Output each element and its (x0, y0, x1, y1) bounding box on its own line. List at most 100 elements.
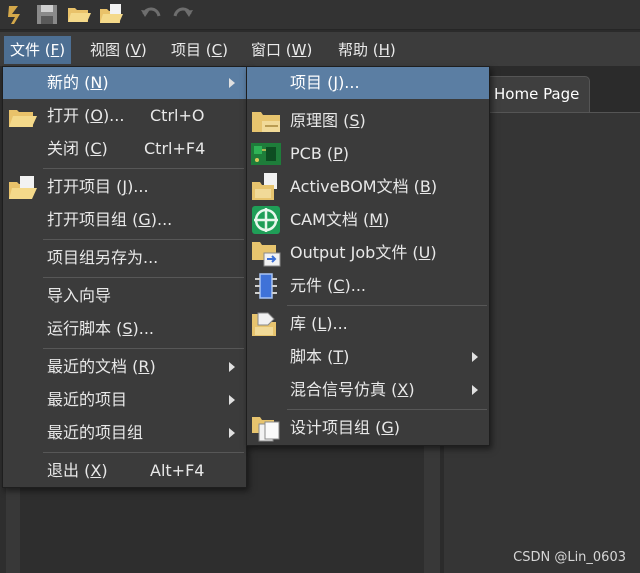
submenu-item-pcb-label: PCB ( (290, 144, 334, 163)
menu-view-end: ) (140, 41, 147, 59)
menu-item-exit-key: X (90, 461, 102, 480)
menu-item-close[interactable]: 关闭 (C) Ctrl+F4 (3, 133, 246, 165)
submenu-item-script-key: T (333, 347, 344, 366)
menu-item-run-script-label: 运行脚本 ( (47, 319, 123, 338)
submenu-item-design-project-group-key: G (381, 418, 394, 437)
submenu-item-script[interactable]: 脚本 (T) (247, 341, 489, 373)
menu-help-label: 帮助 ( (338, 41, 379, 59)
menu-item-open-project-group-end: )... (150, 210, 173, 229)
menu-separator (43, 168, 244, 169)
menu-item-exit[interactable]: 退出 (X) Alt+F4 (3, 455, 246, 487)
submenu-item-project[interactable]: 项目 (J)... (247, 67, 489, 99)
menu-window[interactable]: 窗口 (W) (245, 36, 318, 64)
menu-item-exit-shortcut: Alt+F4 (150, 461, 205, 480)
app-logo-icon[interactable] (2, 2, 28, 26)
tab-home-page-label: Home Page (494, 85, 580, 103)
submenu-item-component-key: C (333, 276, 345, 295)
watermark: CSDN @Lin_0603 (513, 550, 626, 565)
chevron-right-icon (472, 385, 478, 395)
submenu-item-cam[interactable]: CAM文档 (M) (247, 204, 489, 236)
submenu-item-output-job-label: Output Job文件 ( (290, 243, 419, 262)
submenu-item-component[interactable]: 元件 (C)... (247, 270, 489, 302)
submenu-item-output-job[interactable]: Output Job文件 (U) (247, 237, 489, 269)
submenu-item-mixed-sim-end: ) (408, 380, 415, 399)
component-icon (255, 273, 277, 299)
pcb-icon (251, 143, 281, 165)
menu-separator (43, 239, 244, 240)
submenu-item-activebom-key: B (419, 177, 431, 196)
submenu-item-pcb-end: ) (342, 144, 350, 163)
submenu-item-mixed-sim[interactable]: 混合信号仿真 (X) (247, 374, 489, 406)
submenu-item-design-project-group-label: 设计项目组 ( (290, 418, 382, 437)
project-group-icon (252, 417, 280, 442)
submenu-item-mixed-sim-key: X (397, 380, 409, 399)
menu-separator (287, 305, 487, 306)
menu-item-open[interactable]: 打开 (O)... Ctrl+O (3, 100, 246, 132)
menu-file-end: ) (59, 41, 66, 59)
menu-item-recent-projects-label: 最近的项目 (47, 390, 128, 409)
file-menu: 新的 (N) 打开 (O)... Ctrl+O 关闭 (C) Ctrl+F4 打… (2, 66, 247, 488)
menu-item-open-project[interactable]: 打开项目 (J)... (3, 171, 246, 203)
submenu-item-schematic-key: S (349, 111, 360, 130)
menu-item-recent-docs-key: R (138, 357, 150, 376)
submenu-item-activebom[interactable]: ActiveBOM文档 (B) (247, 171, 489, 203)
menu-item-open-label: 打开 ( (47, 106, 91, 125)
save-icon[interactable] (34, 2, 60, 26)
menu-view[interactable]: 视图 (V) (84, 36, 153, 64)
menu-project[interactable]: 项目 (C) (165, 36, 234, 64)
menu-view-label: 视图 ( (90, 41, 131, 59)
chevron-right-icon (229, 78, 235, 88)
menu-file-key: F (50, 41, 60, 59)
submenu-item-library[interactable]: 库 (L)... (247, 308, 489, 340)
menu-item-import-wizard[interactable]: 导入向导 (3, 280, 246, 312)
open-project-icon[interactable] (98, 2, 124, 26)
menu-item-new[interactable]: 新的 (N) (3, 67, 246, 99)
menu-item-run-script-end: )... (132, 319, 155, 338)
menu-file[interactable]: 文件 (F) (4, 36, 72, 64)
menu-item-open-key: O (90, 106, 103, 125)
menu-project-end: ) (222, 41, 228, 59)
menu-item-close-end: ) (101, 139, 108, 158)
undo-icon[interactable] (138, 2, 164, 26)
submenu-item-design-project-group[interactable]: 设计项目组 (G) (247, 412, 489, 444)
chevron-right-icon (472, 352, 478, 362)
submenu-item-output-job-end: ) (430, 243, 437, 262)
menu-item-open-project-label: 打开项目 ( (47, 177, 123, 196)
menu-item-recent-docs-end: ) (149, 357, 156, 376)
submenu-item-cam-label: CAM文档 ( (290, 210, 370, 229)
menu-item-new-label: 新的 ( (47, 73, 91, 92)
menu-item-open-project-group[interactable]: 打开项目组 (G)... (3, 204, 246, 236)
menu-item-save-project-group-as-label: 项目组另存为... (47, 248, 159, 267)
menu-window-end: ) (306, 41, 313, 59)
chevron-right-icon (229, 395, 235, 405)
submenu-item-activebom-end: ) (430, 177, 438, 196)
submenu-item-activebom-label: ActiveBOM文档 ( (290, 177, 420, 196)
menu-item-close-shortcut: Ctrl+F4 (144, 139, 206, 158)
menu-item-recent-project-groups-label: 最近的项目组 (47, 423, 144, 442)
submenu-item-component-end: )... (344, 276, 367, 295)
redo-icon[interactable] (170, 2, 196, 26)
submenu-item-pcb[interactable]: PCB (P) (247, 138, 489, 170)
menu-item-open-project-group-label: 打开项目组 ( (47, 210, 139, 229)
submenu-item-component-label: 元件 ( (290, 276, 334, 295)
tab-home-page[interactable]: Home Page (486, 76, 590, 112)
menu-item-recent-project-groups[interactable]: 最近的项目组 (3, 417, 246, 449)
library-icon (252, 312, 276, 336)
menu-item-import-wizard-label: 导入向导 (47, 286, 112, 305)
menu-item-run-script[interactable]: 运行脚本 (S)... (3, 313, 246, 345)
menu-item-save-project-group-as[interactable]: 项目组另存为... (3, 242, 246, 274)
open-folder-icon (9, 110, 37, 127)
menu-help-key: H (378, 41, 390, 59)
output-job-icon (252, 242, 281, 267)
menu-item-exit-end: ) (101, 461, 108, 480)
submenu-item-schematic-label: 原理图 ( (290, 111, 350, 130)
submenu-item-output-job-key: U (418, 243, 431, 262)
menu-item-recent-docs[interactable]: 最近的文档 (R) (3, 351, 246, 383)
submenu-item-schematic[interactable]: 原理图 (S) (247, 105, 489, 137)
menu-item-new-key: N (90, 73, 103, 92)
menubar: 文件 (F) 视图 (V) 项目 (C) 窗口 (W) 帮助 (H) (0, 32, 640, 66)
menu-item-recent-projects[interactable]: 最近的项目 (3, 384, 246, 416)
menu-help[interactable]: 帮助 (H) (332, 36, 402, 64)
open-folder-icon[interactable] (66, 2, 92, 26)
new-submenu: 项目 (J)... 原理图 (S) PCB (P) ActiveBOM文档 (B… (246, 66, 490, 446)
